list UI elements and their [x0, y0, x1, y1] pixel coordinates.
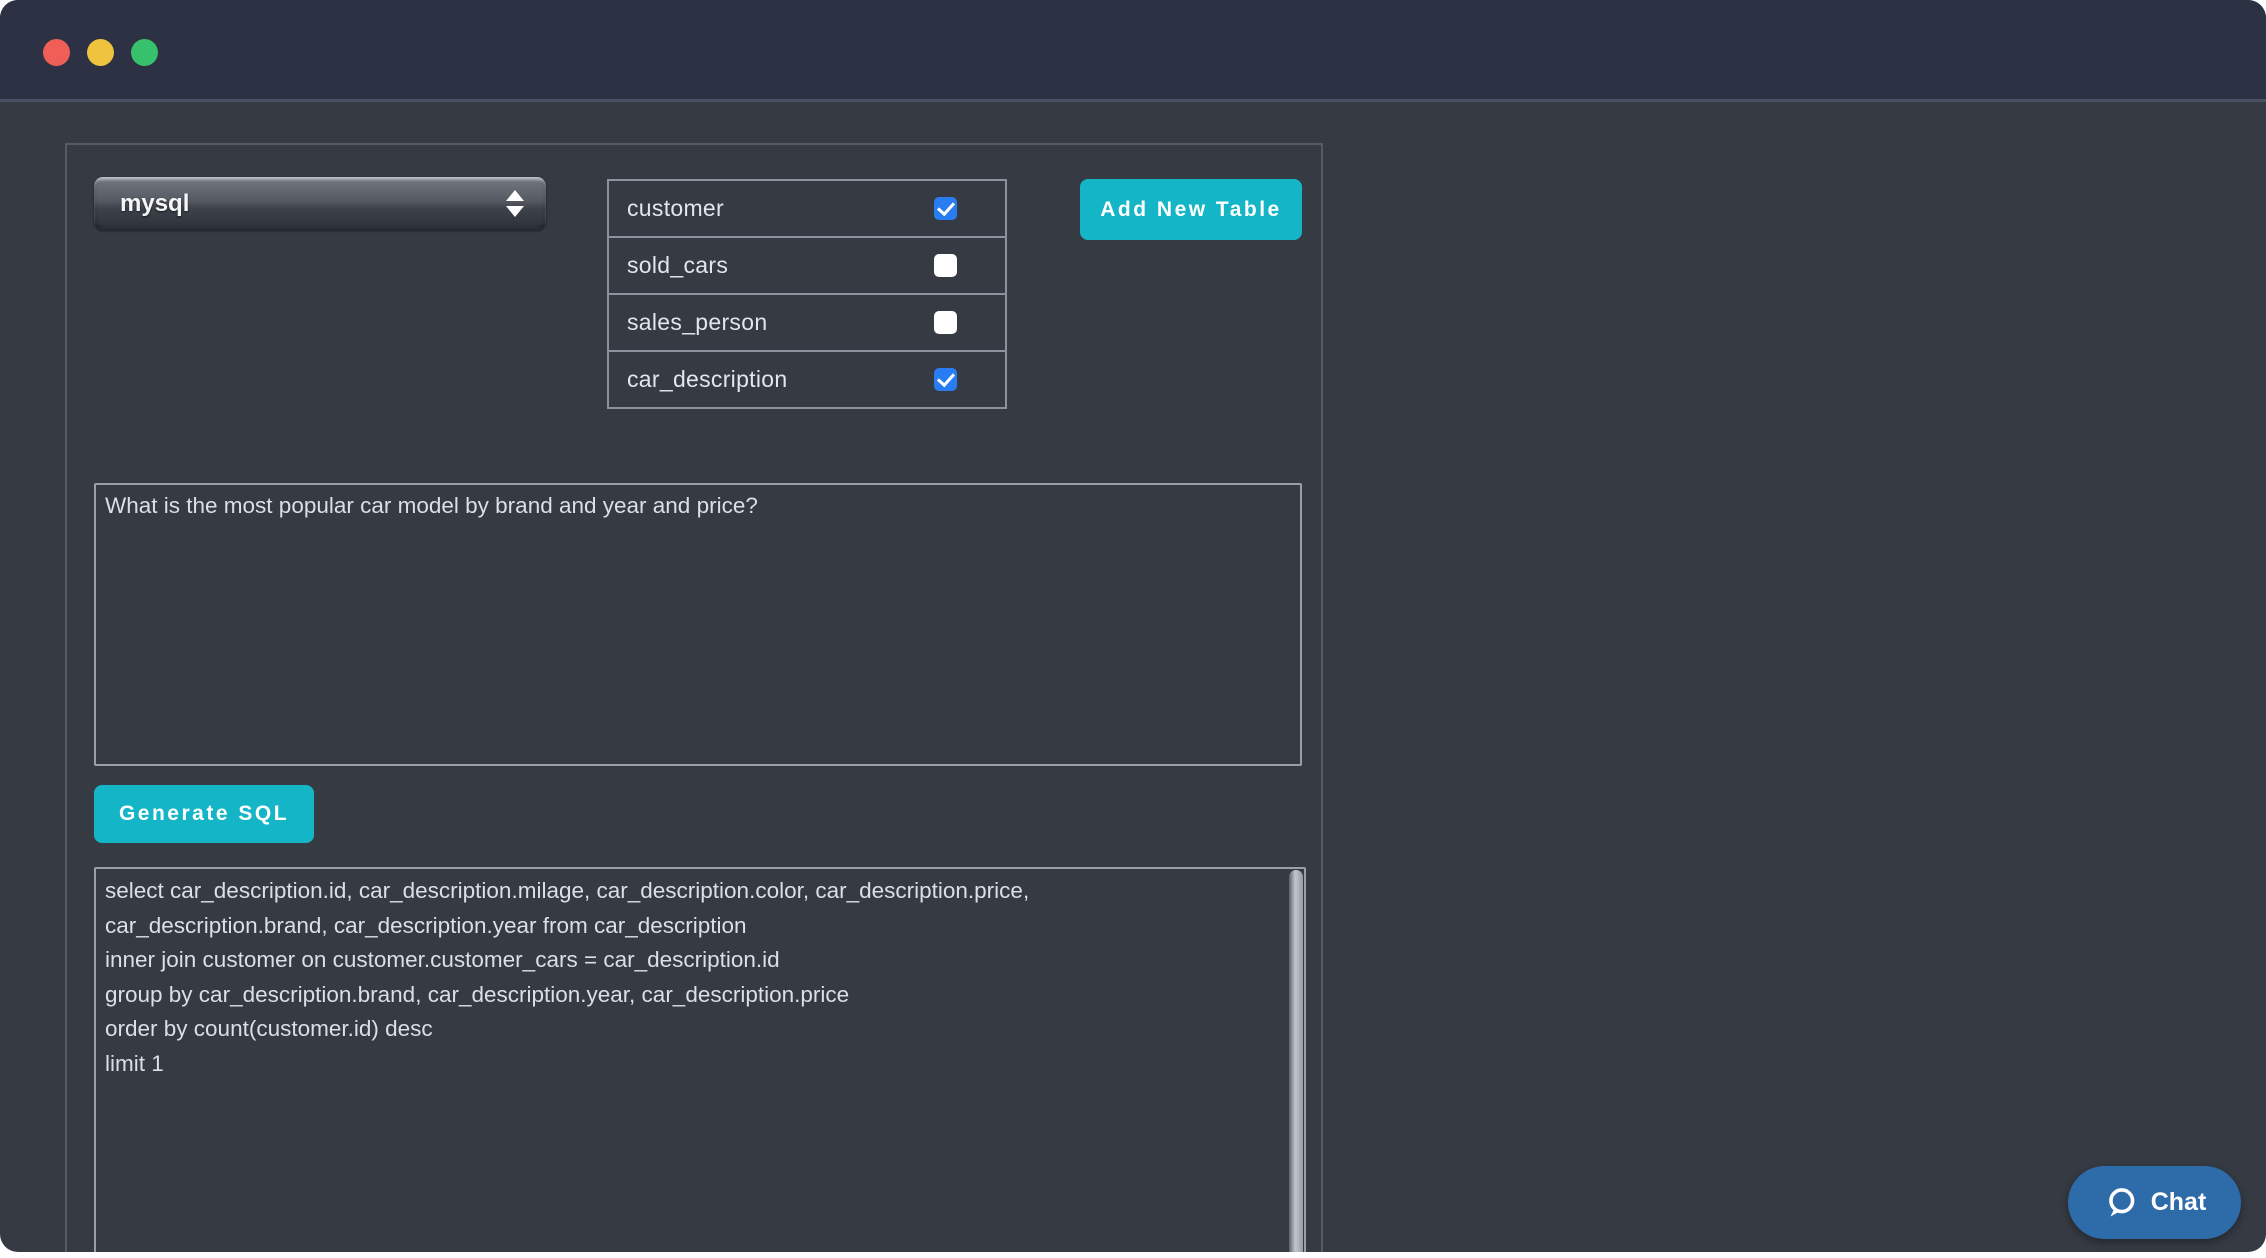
- generate-sql-button[interactable]: Generate SQL: [94, 785, 314, 843]
- sql-output-wrap: select car_description.id, car_descripti…: [94, 867, 1306, 1252]
- table-row-checkbox[interactable]: [934, 197, 957, 220]
- tables-list: customer sold_cars sales_person car_desc…: [607, 179, 1007, 409]
- sql-output-scrollbar[interactable]: [1289, 870, 1303, 1252]
- close-button[interactable]: [43, 39, 70, 66]
- traffic-lights: [43, 39, 158, 66]
- select-arrows-icon: [506, 190, 524, 217]
- database-select[interactable]: mysql: [94, 177, 546, 230]
- chat-button[interactable]: Chat: [2068, 1166, 2241, 1239]
- table-row-checkbox[interactable]: [934, 368, 957, 391]
- sql-output[interactable]: select car_description.id, car_descripti…: [94, 867, 1306, 1252]
- question-input[interactable]: What is the most popular car model by br…: [94, 483, 1302, 766]
- chat-bubble-icon: [2103, 1185, 2139, 1221]
- table-row: sold_cars: [609, 238, 1005, 295]
- database-select-value: mysql: [94, 190, 506, 218]
- table-row: customer: [609, 181, 1005, 238]
- app-window: mysql customer sold_cars sales_person ca…: [0, 0, 2266, 1252]
- table-row-label: sales_person: [609, 309, 934, 336]
- table-row-label: car_description: [609, 366, 934, 393]
- table-row-checkbox[interactable]: [934, 311, 957, 334]
- title-bar: [0, 0, 2266, 102]
- zoom-button[interactable]: [131, 39, 158, 66]
- add-new-table-button[interactable]: Add New Table: [1080, 179, 1302, 240]
- table-row-label: sold_cars: [609, 252, 934, 279]
- question-input-wrap: What is the most popular car model by br…: [94, 483, 1302, 766]
- table-row-checkbox[interactable]: [934, 254, 957, 277]
- table-row: car_description: [609, 352, 1005, 409]
- chat-button-label: Chat: [2151, 1188, 2207, 1217]
- table-row: sales_person: [609, 295, 1005, 352]
- table-row-label: customer: [609, 195, 934, 222]
- minimize-button[interactable]: [87, 39, 114, 66]
